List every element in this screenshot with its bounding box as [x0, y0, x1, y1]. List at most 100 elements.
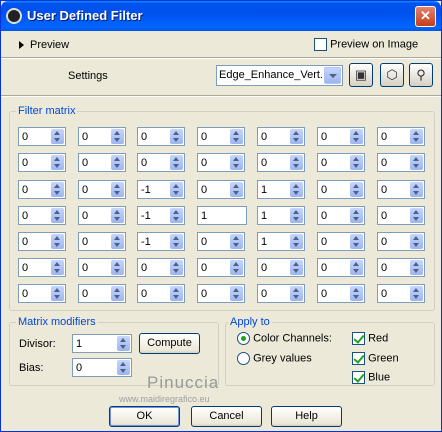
matrix-cell-r5-c2[interactable]: 0	[78, 232, 126, 251]
spin-arrows-icon[interactable]	[170, 129, 183, 144]
spin-arrows-icon[interactable]	[290, 182, 303, 197]
spin-arrows-icon[interactable]	[111, 182, 124, 197]
spin-arrows-icon[interactable]	[290, 260, 303, 275]
spin-arrows-icon[interactable]	[111, 260, 124, 275]
bias-spinner[interactable]: 0	[72, 358, 132, 377]
matrix-cell-r6-c7[interactable]: 0	[377, 258, 425, 277]
matrix-cell-r5-c5[interactable]: 1	[257, 232, 305, 251]
matrix-cell-r3-c6[interactable]: 0	[317, 180, 365, 199]
spin-arrows-icon[interactable]	[111, 234, 124, 249]
spin-arrows-icon[interactable]	[170, 155, 183, 170]
checkmark-icon[interactable]	[352, 352, 365, 365]
matrix-cell-r7-c6[interactable]: 0	[317, 284, 365, 303]
spin-arrows-icon[interactable]	[350, 155, 363, 170]
spin-arrows-icon[interactable]	[111, 129, 124, 144]
matrix-cell-r2-c6[interactable]: 0	[317, 153, 365, 172]
spin-arrows-icon[interactable]	[410, 208, 423, 223]
matrix-cell-r4-c4[interactable]: 1	[197, 206, 247, 225]
spin-arrows-icon[interactable]	[410, 260, 423, 275]
preview-on-image-box[interactable]	[314, 38, 327, 51]
reset-preset-button[interactable]: ⚲	[409, 63, 433, 87]
matrix-cell-r1-c1[interactable]: 0	[18, 127, 66, 146]
checkmark-icon[interactable]	[352, 332, 365, 345]
spin-arrows-icon[interactable]	[350, 129, 363, 144]
matrix-cell-r1-c3[interactable]: 0	[137, 127, 185, 146]
spin-arrows-icon[interactable]	[51, 182, 64, 197]
green-checkbox[interactable]: Green	[352, 352, 399, 365]
spin-arrows-icon[interactable]	[170, 208, 183, 223]
matrix-cell-r4-c3[interactable]: -1	[137, 206, 185, 225]
color-channels-radio[interactable]: Color Channels:	[237, 332, 332, 345]
matrix-cell-r7-c1[interactable]: 0	[18, 284, 66, 303]
matrix-cell-r3-c3[interactable]: -1	[137, 180, 185, 199]
spin-arrows-icon[interactable]	[170, 260, 183, 275]
red-checkbox[interactable]: Red	[352, 332, 388, 345]
load-preset-button[interactable]: ⬡	[380, 63, 404, 87]
spin-arrows-icon[interactable]	[51, 286, 64, 301]
save-preset-button[interactable]: ▣	[349, 63, 373, 87]
matrix-cell-r6-c2[interactable]: 0	[78, 258, 126, 277]
matrix-cell-r6-c6[interactable]: 0	[317, 258, 365, 277]
preview-toggle[interactable]: Preview	[19, 39, 69, 51]
matrix-cell-r2-c2[interactable]: 0	[78, 153, 126, 172]
matrix-cell-r7-c7[interactable]: 0	[377, 284, 425, 303]
matrix-cell-r6-c1[interactable]: 0	[18, 258, 66, 277]
chevron-down-icon[interactable]	[324, 67, 341, 84]
spin-arrows-icon[interactable]	[51, 208, 64, 223]
spin-arrows-icon[interactable]	[290, 234, 303, 249]
radio-selected-icon[interactable]	[237, 332, 250, 345]
matrix-cell-r3-c5[interactable]: 1	[257, 180, 305, 199]
spin-arrows-icon[interactable]	[111, 286, 124, 301]
spin-arrows-icon[interactable]	[410, 286, 423, 301]
matrix-cell-r2-c4[interactable]: 0	[197, 153, 245, 172]
matrix-cell-r3-c1[interactable]: 0	[18, 180, 66, 199]
spin-arrows-icon[interactable]	[290, 286, 303, 301]
spin-arrows-icon[interactable]	[170, 234, 183, 249]
matrix-cell-r5-c4[interactable]: 0	[197, 232, 245, 251]
preview-on-image-checkbox[interactable]: Preview on Image	[314, 38, 418, 51]
matrix-cell-r4-c2[interactable]: 0	[78, 206, 126, 225]
spin-arrows-icon[interactable]	[170, 182, 183, 197]
spin-arrows-icon[interactable]	[230, 234, 243, 249]
spin-arrows-icon[interactable]	[350, 208, 363, 223]
spin-arrows-icon[interactable]	[350, 260, 363, 275]
grey-values-radio[interactable]: Grey values	[237, 352, 312, 365]
spin-arrows-icon[interactable]	[51, 129, 64, 144]
spin-arrows-icon[interactable]	[230, 182, 243, 197]
spin-arrows-icon[interactable]	[410, 182, 423, 197]
radio-unselected-icon[interactable]	[237, 352, 250, 365]
spin-arrows-icon[interactable]	[230, 129, 243, 144]
matrix-cell-r6-c4[interactable]: 0	[197, 258, 245, 277]
matrix-cell-r6-c5[interactable]: 0	[257, 258, 305, 277]
matrix-cell-r6-c3[interactable]: 0	[137, 258, 185, 277]
spin-arrows-icon[interactable]	[117, 360, 130, 375]
matrix-cell-r1-c6[interactable]: 0	[317, 127, 365, 146]
spin-arrows-icon[interactable]	[111, 208, 124, 223]
spin-arrows-icon[interactable]	[410, 155, 423, 170]
matrix-cell-r2-c7[interactable]: 0	[377, 153, 425, 172]
matrix-cell-r3-c7[interactable]: 0	[377, 180, 425, 199]
spin-arrows-icon[interactable]	[290, 155, 303, 170]
spin-arrows-icon[interactable]	[51, 260, 64, 275]
spin-arrows-icon[interactable]	[410, 129, 423, 144]
matrix-cell-r7-c3[interactable]: 0	[137, 284, 185, 303]
matrix-cell-r5-c1[interactable]: 0	[18, 232, 66, 251]
spin-arrows-icon[interactable]	[350, 234, 363, 249]
matrix-cell-r7-c5[interactable]: 0	[257, 284, 305, 303]
title-bar[interactable]: User Defined Filter ✕	[1, 1, 441, 31]
spin-arrows-icon[interactable]	[350, 182, 363, 197]
matrix-cell-r2-c3[interactable]: 0	[137, 153, 185, 172]
divisor-spinner[interactable]: 1	[72, 334, 132, 353]
matrix-cell-r5-c7[interactable]: 0	[377, 232, 425, 251]
spin-arrows-icon[interactable]	[230, 260, 243, 275]
ok-button[interactable]: OK	[109, 406, 180, 427]
spin-arrows-icon[interactable]	[51, 234, 64, 249]
blue-checkbox[interactable]: Blue	[352, 371, 390, 384]
preset-dropdown[interactable]: Edge_Enhance_Vert...	[216, 65, 343, 86]
matrix-cell-r1-c7[interactable]: 0	[377, 127, 425, 146]
matrix-cell-r1-c2[interactable]: 0	[78, 127, 126, 146]
spin-arrows-icon[interactable]	[117, 336, 130, 351]
cancel-button[interactable]: Cancel	[191, 406, 262, 427]
spin-arrows-icon[interactable]	[410, 234, 423, 249]
matrix-cell-r3-c2[interactable]: 0	[78, 180, 126, 199]
